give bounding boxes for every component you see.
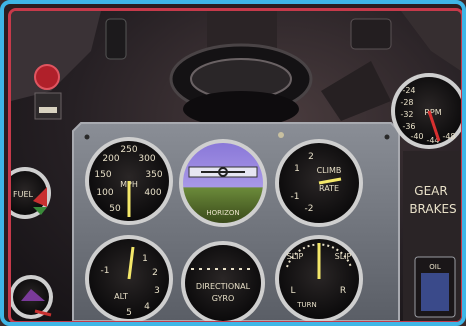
airspeed-tick: 150	[94, 170, 111, 180]
rate-label: RATE	[319, 184, 339, 193]
turn-label: TURN	[296, 301, 317, 309]
turn-right-label: R	[340, 286, 346, 296]
rpm-label: RPM	[424, 108, 441, 117]
airspeed-tick: 100	[96, 188, 113, 198]
airspeed-tick: 350	[145, 170, 162, 180]
turn-left-label: L	[290, 286, 295, 296]
climb-tick: 1	[294, 164, 300, 174]
rpm-tick: -48	[442, 132, 455, 141]
panel-knob[interactable]	[278, 132, 284, 138]
cockpit-view: 250 300 200 350 150 400 100 50 MPH HORIZ…	[8, 8, 462, 322]
alt-tick: 5	[126, 308, 132, 318]
left-frame-strut	[11, 11, 101, 101]
airspeed-tick: 200	[102, 154, 119, 164]
airspeed-tick: 50	[109, 204, 121, 214]
alt-tick: 4	[144, 302, 150, 312]
turn-slip-gauge: SLIP SLIP L R TURN	[275, 235, 363, 321]
oil-label: OIL	[429, 263, 441, 271]
airspeed-gauge: 250 300 200 350 150 400 100 50 MPH	[85, 137, 173, 225]
upper-right-box	[350, 18, 392, 50]
climb-tick: -2	[305, 204, 314, 214]
gyro-label-2: GYRO	[212, 294, 235, 303]
screen-frame: 250 300 200 350 150 400 100 50 MPH HORIZ…	[0, 0, 466, 326]
gyro-label: DIRECTIONAL	[196, 282, 251, 291]
rpm-tick: -40	[410, 132, 423, 141]
right-lever-housing	[321, 61, 391, 121]
slip-right-label: SLIP	[335, 252, 352, 261]
airspeed-tick: 300	[138, 154, 155, 164]
oil-indicator	[421, 273, 449, 311]
rpm-tick: -24	[402, 86, 415, 95]
rpm-tick: -32	[400, 110, 413, 119]
alt-tick: 2	[152, 268, 158, 278]
alt-tick: 3	[154, 286, 160, 296]
horizon-label: HORIZON	[206, 209, 239, 217]
alt-tick: -1	[101, 266, 110, 276]
panel-screw	[384, 134, 390, 140]
slip-left-label: SLIP	[287, 252, 304, 261]
panel-screw	[84, 134, 90, 140]
airspeed-tick: 250	[120, 145, 137, 155]
cockpit-svg: 250 300 200 350 150 400 100 50 MPH HORIZ…	[11, 11, 461, 321]
gunsight-base	[183, 91, 299, 127]
climb-rate-gauge: 2 1 -1 -2 CLIMB RATE	[275, 139, 363, 227]
attitude-indicator: HORIZON	[179, 139, 267, 227]
left-switch-plate	[39, 107, 57, 113]
right-frame-strut	[401, 11, 461, 71]
airspeed-tick: 400	[144, 188, 161, 198]
brakes-label: BRAKES	[409, 202, 456, 216]
altimeter-gauge: 1 2 3 4 5 -1 ALT	[85, 235, 173, 321]
fuel-gauge: FUEL	[11, 167, 51, 219]
climb-label: CLIMB	[317, 166, 342, 175]
upper-switch	[105, 18, 127, 60]
alt-tick: 1	[142, 254, 148, 264]
climb-tick: -1	[291, 192, 300, 202]
gear-label: GEAR	[414, 184, 447, 198]
rpm-gauge: -24 -28 -32 -36 -40 -44 -48 RPM	[391, 73, 461, 149]
fuel-label: FUEL	[13, 190, 34, 199]
red-knob[interactable]	[34, 64, 60, 90]
left-switch-box	[34, 92, 62, 120]
alt-label: ALT	[114, 292, 128, 301]
rpm-tick: -28	[400, 98, 413, 107]
climb-tick: 2	[308, 152, 314, 162]
rpm-tick: -36	[402, 122, 415, 131]
